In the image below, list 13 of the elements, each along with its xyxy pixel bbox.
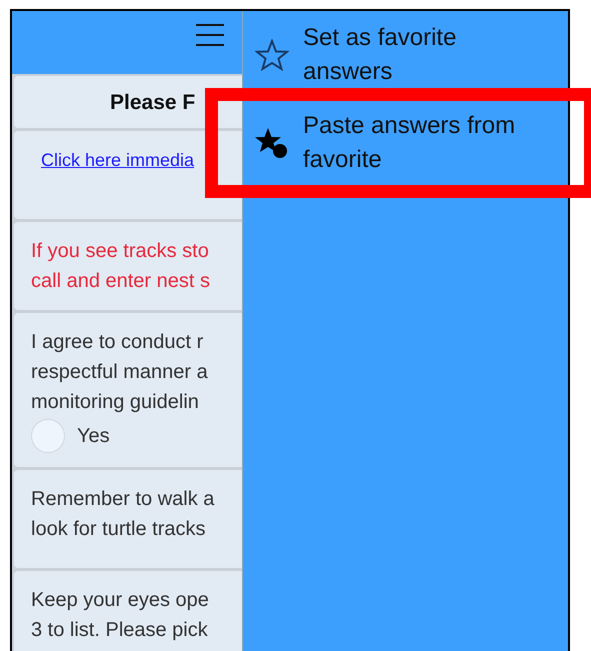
radio-button[interactable] (31, 419, 65, 453)
warning-text: If you see tracks sto call and enter nest s (31, 239, 211, 294)
option-label: Yes (77, 424, 110, 449)
form-title: Please F (110, 91, 196, 114)
question-text: I agree to conduct r respectful manner a monitoring guidelin (31, 330, 209, 415)
menu-icon[interactable] (196, 23, 224, 47)
star-dot-icon (255, 126, 289, 160)
star-icon (255, 39, 289, 71)
menu-item[interactable]: Paste answers from favorite (243, 99, 568, 189)
note-text: Remember to walk a look for turtle tracks (31, 487, 216, 542)
link[interactable]: Click here immedia (31, 150, 194, 170)
menu-item[interactable]: Set as favorite answers (243, 11, 568, 99)
note-text: Keep your eyes ope 3 to list. Please pick (31, 588, 210, 643)
